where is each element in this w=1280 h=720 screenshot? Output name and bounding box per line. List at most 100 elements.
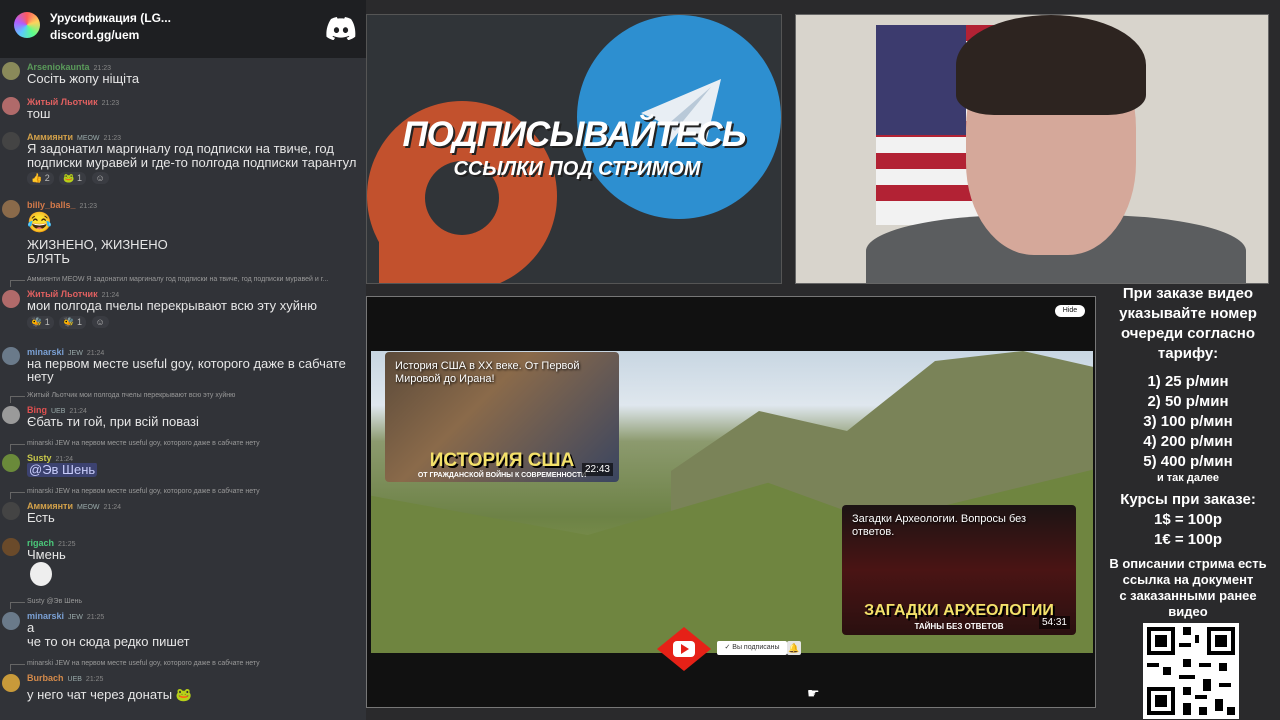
pepe-emoji-icon: 🐸	[175, 688, 192, 702]
server-icon[interactable]	[14, 12, 40, 38]
message-author[interactable]: Аммиянти MEOW 21:23	[27, 132, 121, 142]
discord-chat-panel: Урусификация (LG... discord.gg/uem Arsen…	[0, 0, 366, 720]
bell-icon[interactable]: 🔔	[787, 641, 801, 655]
server-invite-link[interactable]: discord.gg/uem	[50, 28, 139, 42]
message-author[interactable]: rigach 21:25	[27, 538, 76, 548]
rate-line: 1€ = 100р	[1154, 531, 1222, 548]
message-author[interactable]: minarski JEW 21:25	[27, 611, 104, 621]
subscribe-banner: ПОДПИСЫВАЙТЕСЬ ССЫЛКИ ПОД СТРИМОМ	[366, 14, 782, 284]
price-heading-line: При заказе видео	[1122, 285, 1254, 302]
reply-preview[interactable]: Susty @Эв Шень	[27, 598, 82, 605]
message-text: Есть	[27, 511, 55, 525]
message-author[interactable]: Аммиянти MEOW 21:24	[27, 501, 121, 511]
youtube-channel-icon[interactable]	[657, 627, 711, 671]
rate-line: 1$ = 100р	[1154, 511, 1222, 528]
reaction[interactable]: 🐝 1	[59, 316, 86, 329]
end-screen-video-card[interactable]: Загадки Археологии. Вопросы без ответов.…	[842, 505, 1076, 635]
server-name: Урусификация (LG...	[50, 11, 171, 25]
reactions: 🐝 1 🐝 1 ☺	[27, 316, 112, 329]
message-text-line2: БЛЯТЬ	[27, 252, 70, 266]
add-reaction-icon[interactable]: ☺	[91, 316, 109, 328]
reaction[interactable]: 🐸 1	[59, 172, 86, 185]
reactions: 👍 2 🐸 1 ☺	[27, 172, 112, 185]
message-text-line2: подписки муравей и где-то полгода подпис…	[27, 156, 357, 170]
streamer-hair	[956, 15, 1146, 115]
webcam-feed	[795, 14, 1269, 284]
price-etc: и так далее	[1156, 472, 1220, 484]
banner-subtitle: ССЫЛКИ ПОД СТРИМОМ	[453, 158, 701, 180]
reply-connector	[10, 396, 25, 403]
price-heading-line: тарифу:	[1157, 345, 1219, 362]
avatar[interactable]	[2, 132, 20, 150]
price-info-panel: При заказе видео указывайте номер очеред…	[1100, 284, 1276, 620]
price-heading-line: очереди согласно	[1120, 325, 1256, 342]
discord-logo-icon	[326, 17, 356, 40]
message-author[interactable]: Bing UEB 21:24	[27, 405, 87, 415]
avatar[interactable]	[2, 290, 20, 308]
message-author[interactable]: Житый Льотчик 21:24	[27, 289, 119, 299]
note-line: В описании стрима есть	[1109, 556, 1267, 571]
video-duration: 22:43	[581, 463, 613, 476]
hide-button[interactable]: Hide	[1055, 305, 1085, 317]
reply-connector	[10, 280, 25, 287]
card-title: История США в XX веке. От Первой Мировой…	[395, 360, 580, 385]
price-tier: 1) 25 р/мин	[1147, 373, 1229, 390]
price-tier: 5) 400 р/мин	[1143, 453, 1233, 470]
price-tier: 3) 100 р/мин	[1143, 413, 1233, 430]
message-text-line2: че то он сюда редко пишет	[27, 635, 190, 649]
price-tier: 2) 50 р/мин	[1147, 393, 1229, 410]
reply-preview[interactable]: minarski JEW на первом месте useful goy,…	[27, 440, 260, 447]
message-text: на первом месте useful goy, которого даж…	[27, 357, 346, 371]
message-author[interactable]: Burbach UEB 21:25	[27, 673, 103, 683]
message-author[interactable]: billy_balls_ 21:23	[27, 200, 97, 210]
patreon-logo-bar	[379, 195, 427, 283]
avatar[interactable]	[2, 538, 20, 556]
reply-connector	[10, 444, 25, 451]
reply-connector	[10, 664, 25, 671]
message-list[interactable]: Arseniokaunta 21:23 Сосіть жопу ніщіта Жи…	[0, 58, 366, 720]
avatar[interactable]	[2, 347, 20, 365]
message-author[interactable]: minarski JEW 21:24	[27, 347, 104, 357]
reply-preview[interactable]: Житый Льотчик мои полгода пчелы перекрыв…	[27, 392, 235, 399]
avatar[interactable]	[2, 674, 20, 692]
user-mention[interactable]: @Эв Шень	[27, 463, 98, 477]
message-text: Чмень	[27, 548, 66, 562]
message-text: Єбать ти гой, при всій повазі	[27, 415, 199, 429]
reply-preview[interactable]: minarski JEW на первом месте useful goy,…	[27, 660, 260, 667]
reaction[interactable]: 👍 2	[27, 172, 54, 185]
chat-header: Урусификация (LG... discord.gg/uem	[0, 0, 366, 58]
banner-title: ПОДПИСЫВАЙТЕСЬ	[402, 115, 746, 154]
avatar[interactable]	[2, 502, 20, 520]
message-author[interactable]: Susty 21:24	[27, 453, 73, 463]
note-line: ссылка на документ	[1122, 572, 1254, 587]
message-text: тош	[27, 107, 51, 121]
reply-preview[interactable]: Аммиянти MEOW Я задонатил маргиналу год …	[27, 276, 328, 283]
message-text: мои полгода пчелы перекрывают всю эту ху…	[27, 299, 317, 313]
message-text: ЖИЗНЕНО, ЖИЗНЕНО	[27, 238, 168, 252]
qr-code-icon	[1143, 623, 1239, 719]
message-author[interactable]: Arseniokaunta 21:23	[27, 62, 111, 72]
message-text: у него чат через донаты 🐸	[27, 688, 192, 702]
price-heading-line: указывайте номер	[1119, 305, 1257, 322]
reply-connector	[10, 602, 25, 609]
reply-preview[interactable]: minarski JEW на первом месте useful goy,…	[27, 488, 260, 495]
avatar[interactable]	[2, 454, 20, 472]
end-screen-video-card[interactable]: История США в XX веке. От Первой Мировой…	[385, 352, 619, 482]
add-reaction-icon[interactable]: ☺	[91, 172, 109, 184]
message-text: @Эв Шень	[27, 463, 366, 477]
avatar[interactable]	[2, 97, 20, 115]
video-player[interactable]: Hide История США в XX веке. От Первой Ми…	[366, 296, 1096, 708]
avatar[interactable]	[2, 62, 20, 80]
avatar[interactable]	[2, 406, 20, 424]
subscribed-button[interactable]: ✓ Вы подписаны	[717, 641, 787, 655]
price-tier: 4) 200 р/мин	[1143, 433, 1233, 450]
note-line: с заказанными ранее	[1119, 588, 1257, 603]
avatar[interactable]	[2, 612, 20, 630]
sticker-face-icon	[30, 562, 52, 586]
note-line: видео	[1168, 604, 1208, 619]
message-text-line2: нету	[27, 370, 54, 384]
avatar[interactable]	[2, 200, 20, 218]
reaction[interactable]: 🐝 1	[27, 316, 54, 329]
rates-heading: Курсы при заказе:	[1120, 491, 1256, 508]
message-author[interactable]: Житый Льотчик 21:23	[27, 97, 119, 107]
